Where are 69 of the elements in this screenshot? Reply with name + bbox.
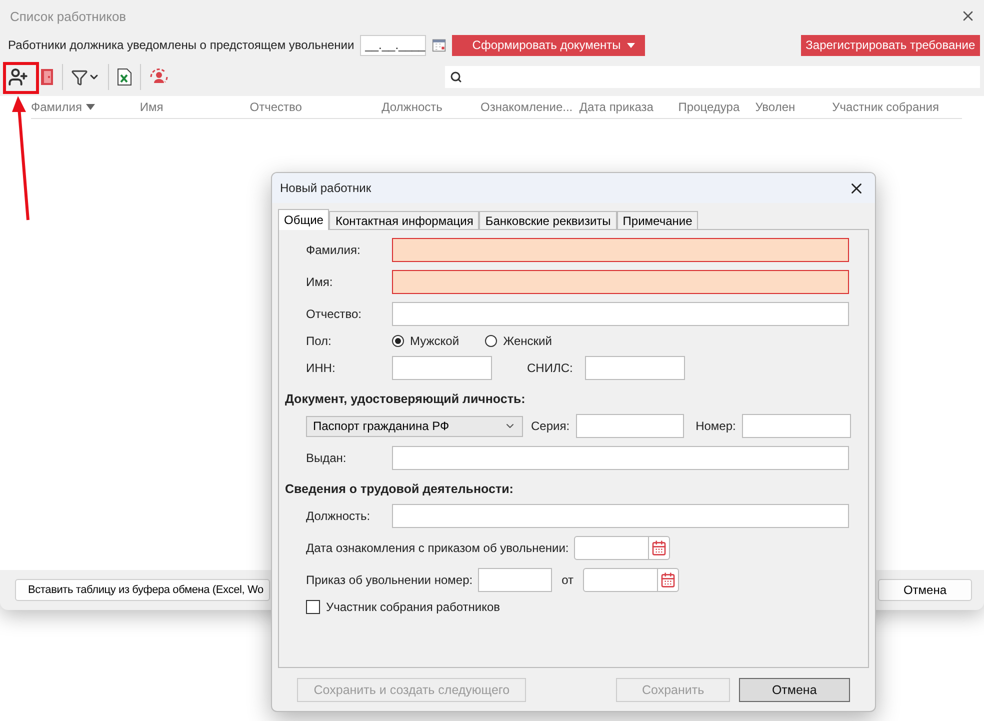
field-label: Выдан: [306,451,348,465]
tab[interactable]: Примечание [616,211,698,230]
section-heading: Документ, удостоверяющий личность: [284,392,526,406]
add-person-icon[interactable] [8,67,28,87]
column-header[interactable]: Отчество [250,100,382,114]
column-header[interactable]: Ознакомление... [480,100,580,114]
field-label: Пол: [306,334,332,348]
field-label: Дата ознакомления с приказом об увольнении: [306,541,569,555]
field-label: ИНН: [306,361,336,375]
text-field[interactable] [585,356,685,380]
document-type-dropdown[interactable]: Паспорт гражданина РФ [306,416,523,436]
field-label: Фамилия: [306,243,362,257]
text-field[interactable] [576,414,684,438]
radio-button[interactable] [392,335,404,347]
register-claim-button[interactable]: Зарегистрировать требование [800,34,980,56]
column-header[interactable]: Должность [382,100,481,114]
option-label: Женский [503,334,552,348]
checkbox[interactable] [306,600,320,614]
radio-button[interactable] [485,335,498,347]
field-label: Номер: [696,419,736,433]
tab[interactable]: Контактная информация [329,211,480,230]
field-label: Должность: [306,509,372,523]
cancel-button[interactable]: Отмена [878,579,972,601]
text-field[interactable] [478,568,552,592]
field-label: Серия: [531,419,570,433]
field-label: Имя: [306,275,334,289]
option-label: Мужской [410,334,460,348]
column-header[interactable]: Дата приказа [579,100,678,114]
calendar-icon [660,572,676,588]
spreadsheet-icon[interactable] [117,68,132,86]
section-heading: Сведения о трудовой деятельности: [284,482,514,496]
person-refresh-icon[interactable] [149,68,169,86]
column-header[interactable]: Участник собрания [832,100,962,114]
dialog-button[interactable]: Отмена [738,678,850,702]
field-label: СНИЛС: [527,361,574,375]
highlight-box [3,62,39,94]
generate-documents-button[interactable]: Сформировать документы [452,34,645,56]
window-title: Список работников [10,8,126,24]
field-label: Приказ об увольнении номер: [306,573,473,587]
text-field[interactable] [392,302,849,326]
caret-icon [626,42,635,48]
notice-label: Работники должника уведомлены о предстоящем увольнении [8,38,354,52]
paste-table-button[interactable]: Вставить таблицу из буфера обмена (Excel, Wo [15,579,270,601]
date-field[interactable]: __.__.____ [360,34,426,56]
date-field[interactable] [583,568,680,592]
dialog-title: Новый работник [280,181,372,195]
field-label: от [562,573,574,587]
text-field[interactable] [392,504,849,528]
text-field[interactable] [742,414,851,438]
search-field[interactable] [445,66,980,88]
tab[interactable]: Общие [278,209,330,230]
sort-icon [86,104,95,110]
calendar-icon [650,540,667,556]
tab[interactable]: Банковские реквизиты [479,211,617,230]
column-header[interactable]: Уволен [755,100,832,114]
filter-icon[interactable] [71,68,88,86]
text-field[interactable] [392,356,492,380]
search-icon [450,71,462,83]
column-header[interactable]: Процедура [678,100,756,114]
field-label: Отчество: [306,307,362,321]
column-header[interactable]: Имя [140,100,250,114]
calendar-icon[interactable] [432,37,446,53]
checkbox-label: Участник собрания работников [326,600,500,614]
column-header[interactable]: Фамилия [31,100,140,114]
door-icon[interactable] [40,68,54,86]
date-field[interactable] [574,536,670,560]
text-field[interactable] [392,238,849,262]
text-field[interactable] [392,270,849,294]
text-field[interactable] [392,446,849,470]
